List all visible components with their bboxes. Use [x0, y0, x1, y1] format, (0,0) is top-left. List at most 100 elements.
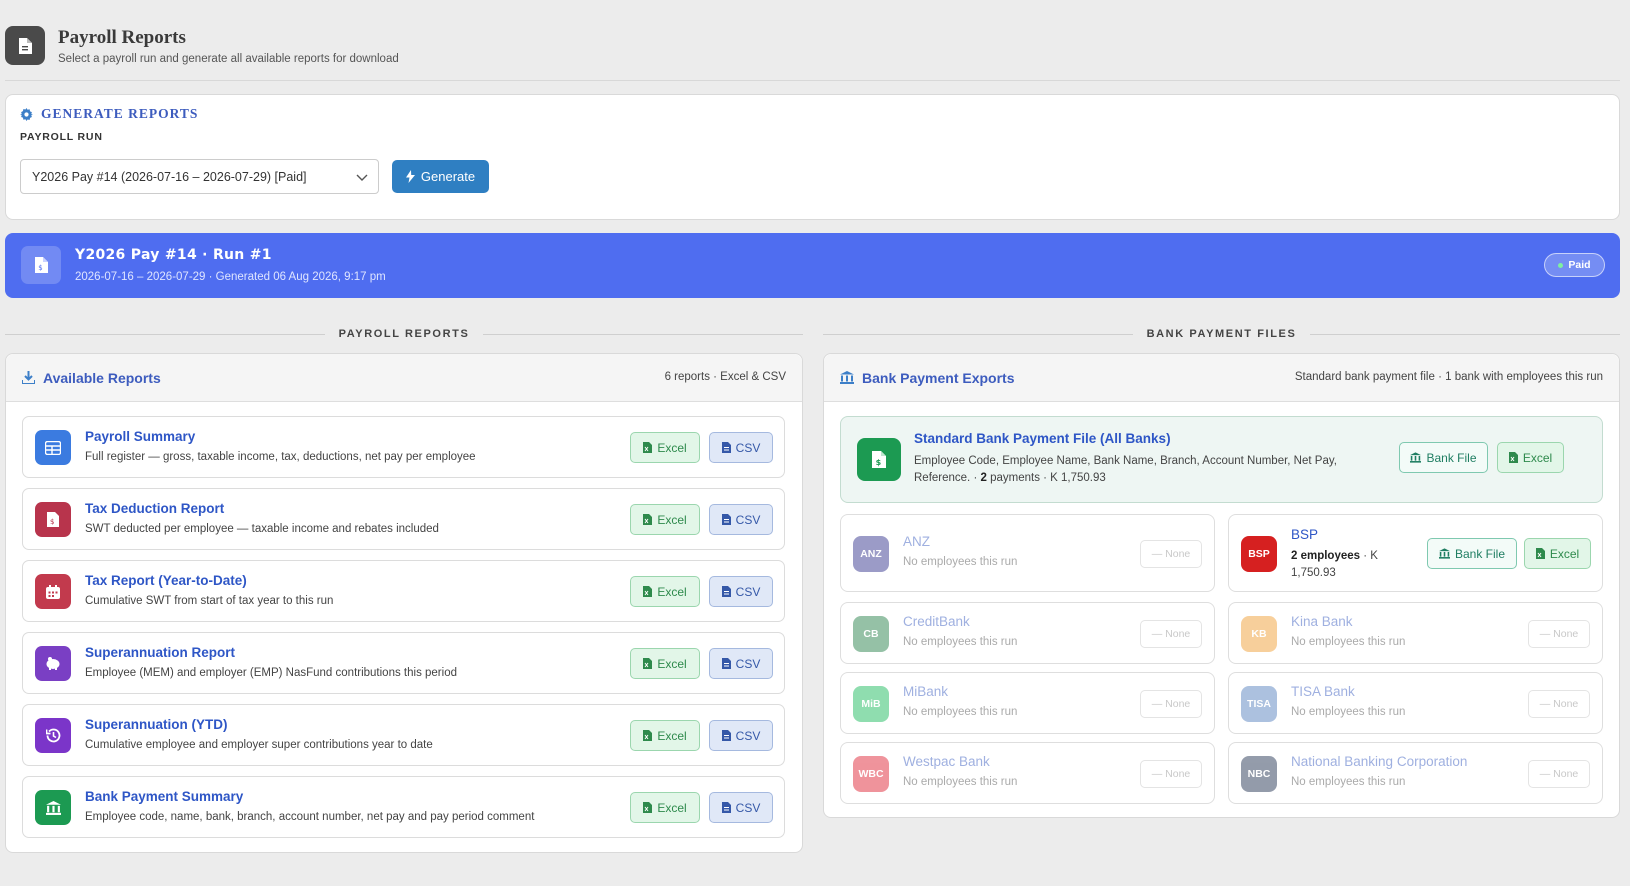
csv-download-button[interactable]: CSV — [709, 432, 773, 463]
standard-excel-button[interactable]: Excel — [1497, 442, 1564, 473]
bank-name: National Banking Corporation — [1291, 754, 1468, 769]
reports-meta: 6 reports · Excel & CSV — [664, 371, 786, 383]
available-reports-panel: Available Reports 6 reports · Excel & CS… — [5, 353, 803, 853]
bank-icon — [35, 790, 71, 825]
none-button[interactable]: — None — [1140, 620, 1202, 648]
bank-logo-badge: MiB — [853, 686, 889, 722]
section-heading-payroll-reports: PAYROLL REPORTS — [5, 327, 804, 341]
generate-button[interactable]: Generate — [392, 160, 489, 193]
gear-icon — [20, 107, 33, 121]
csv-file-icon — [721, 586, 731, 597]
bank-card-anz: ANZ ANZ No employees this run — None — [840, 514, 1215, 592]
bank-logo-badge: NBC — [1241, 756, 1277, 792]
svg-text:$: $ — [50, 518, 54, 526]
bsp-excel-button[interactable]: Excel — [1524, 538, 1591, 569]
bank-status-text: No employees this run — [1291, 636, 1406, 648]
report-name[interactable]: Superannuation (YTD) — [85, 717, 228, 732]
lightning-icon — [405, 170, 415, 183]
bank-logo-badge: KB — [1241, 616, 1277, 652]
csv-file-icon — [721, 514, 731, 525]
bank-logo-badge: TISA — [1241, 686, 1277, 722]
excel-file-icon — [643, 442, 653, 453]
report-description: SWT deducted per employee — taxable inco… — [85, 523, 439, 535]
csv-file-icon — [721, 442, 731, 453]
bank-status-text: No employees this run — [903, 556, 1018, 568]
csv-download-button[interactable]: CSV — [709, 576, 773, 607]
bank-card-bsp: BSP BSP 2 employees · K 1,750.93 Bank File E… — [1228, 514, 1603, 592]
bank-name: TISA Bank — [1291, 684, 1355, 699]
status-dot-icon — [1558, 262, 1564, 268]
csv-download-button[interactable]: CSV — [709, 792, 773, 823]
run-subtitle: 2026-07-16 – 2026-07-29 · Generated 06 A… — [75, 271, 386, 283]
standard-bank-file-desc: Employee Code, Employee Name, Bank Name,… — [914, 455, 1337, 484]
none-button[interactable]: — None — [1140, 690, 1202, 718]
none-button[interactable]: — None — [1140, 760, 1202, 788]
excel-file-icon — [643, 802, 653, 813]
csv-download-button[interactable]: CSV — [709, 720, 773, 751]
bank-logo-badge: BSP — [1241, 536, 1277, 572]
available-reports-header: Available Reports 6 reports · Excel & CS… — [6, 354, 802, 402]
none-button[interactable]: — None — [1528, 690, 1590, 718]
payroll-run-label: PAYROLL RUN — [20, 131, 103, 143]
excel-file-icon — [643, 514, 653, 525]
report-row: $ Tax Deduction Report SWT deducted per em… — [22, 488, 785, 550]
csv-file-icon — [721, 730, 731, 741]
bank-card-kb: KB Kina Bank No employees this run — None — [1228, 602, 1603, 664]
report-description: Employee (MEM) and employer (EMP) NasFun… — [85, 667, 457, 679]
page-subtitle: Select a payroll run and generate all av… — [58, 52, 399, 65]
excel-download-button[interactable]: Excel — [630, 720, 700, 751]
report-name[interactable]: Payroll Summary — [85, 429, 195, 444]
bsp-bank-file-button[interactable]: Bank File — [1427, 538, 1517, 569]
none-button[interactable]: — None — [1140, 540, 1202, 568]
excel-download-button[interactable]: Excel — [630, 504, 700, 535]
csv-download-button[interactable]: CSV — [709, 648, 773, 679]
report-name[interactable]: Superannuation Report — [85, 645, 235, 660]
status-badge: Paid — [1544, 253, 1605, 277]
report-name[interactable]: Tax Deduction Report — [85, 501, 224, 516]
report-row: Payroll Summary Full register — gross, ta… — [22, 416, 785, 478]
csv-download-button[interactable]: CSV — [709, 504, 773, 535]
excel-download-button[interactable]: Excel — [630, 648, 700, 679]
svg-text:$: $ — [38, 264, 42, 272]
standard-bank-file-name: Standard Bank Payment File (All Banks) — [914, 431, 1171, 446]
bank-card-tisa: TISA TISA Bank No employees this run — None — [1228, 672, 1603, 734]
payroll-run-select[interactable]: Y2026 Pay #14 (2026-07-16 – 2026-07-29) … — [20, 159, 379, 194]
header-divider — [5, 80, 1620, 81]
history-icon — [35, 718, 71, 753]
bank-logo-badge: CB — [853, 616, 889, 652]
excel-download-button[interactable]: Excel — [630, 432, 700, 463]
excel-download-button[interactable]: Excel — [630, 792, 700, 823]
standard-bank-file-button[interactable]: Bank File — [1399, 442, 1488, 473]
bank-name: Kina Bank — [1291, 614, 1353, 629]
bank-meta: Standard bank payment file · 1 bank with… — [1294, 371, 1603, 383]
invoice-icon: $ — [35, 502, 71, 537]
bank-icon — [1438, 548, 1450, 559]
excel-file-icon — [643, 730, 653, 741]
invoice-icon: $ — [21, 246, 61, 284]
none-button[interactable]: — None — [1528, 760, 1590, 788]
bank-icon — [840, 371, 854, 384]
excel-download-button[interactable]: Excel — [630, 576, 700, 607]
piggy-bank-icon — [35, 646, 71, 681]
bank-logo-badge: WBC — [853, 756, 889, 792]
report-name[interactable]: Tax Report (Year-to-Date) — [85, 573, 247, 588]
csv-file-icon — [721, 658, 731, 669]
generate-reports-heading: GENERATE REPORTS — [20, 106, 198, 122]
report-row: Superannuation (YTD) Cumulative employee … — [22, 704, 785, 766]
excel-file-icon — [1508, 452, 1518, 463]
bank-employee-summary: 2 employees · K 1,750.93 — [1291, 550, 1378, 579]
generate-reports-card: GENERATE REPORTS PAYROLL RUN Y2026 Pay #… — [5, 94, 1620, 220]
excel-file-icon — [1535, 548, 1545, 559]
report-name[interactable]: Bank Payment Summary — [85, 789, 243, 804]
excel-file-icon — [643, 658, 653, 669]
report-description: Full register — gross, taxable income, t… — [85, 451, 476, 463]
spreadsheet-dollar-icon: $ — [857, 438, 901, 481]
download-icon — [22, 371, 35, 384]
report-row: Bank Payment Summary Employee code, name,… — [22, 776, 785, 838]
report-description: Cumulative employee and employer super c… — [85, 739, 433, 751]
report-row: Tax Report (Year-to-Date) Cumulative SWT … — [22, 560, 785, 622]
csv-file-icon — [721, 802, 731, 813]
none-button[interactable]: — None — [1528, 620, 1590, 648]
payroll-run-banner: $ Y2026 Pay #14 · Run #1 2026-07-16 – 20… — [5, 233, 1620, 298]
bank-icon — [1410, 452, 1422, 463]
